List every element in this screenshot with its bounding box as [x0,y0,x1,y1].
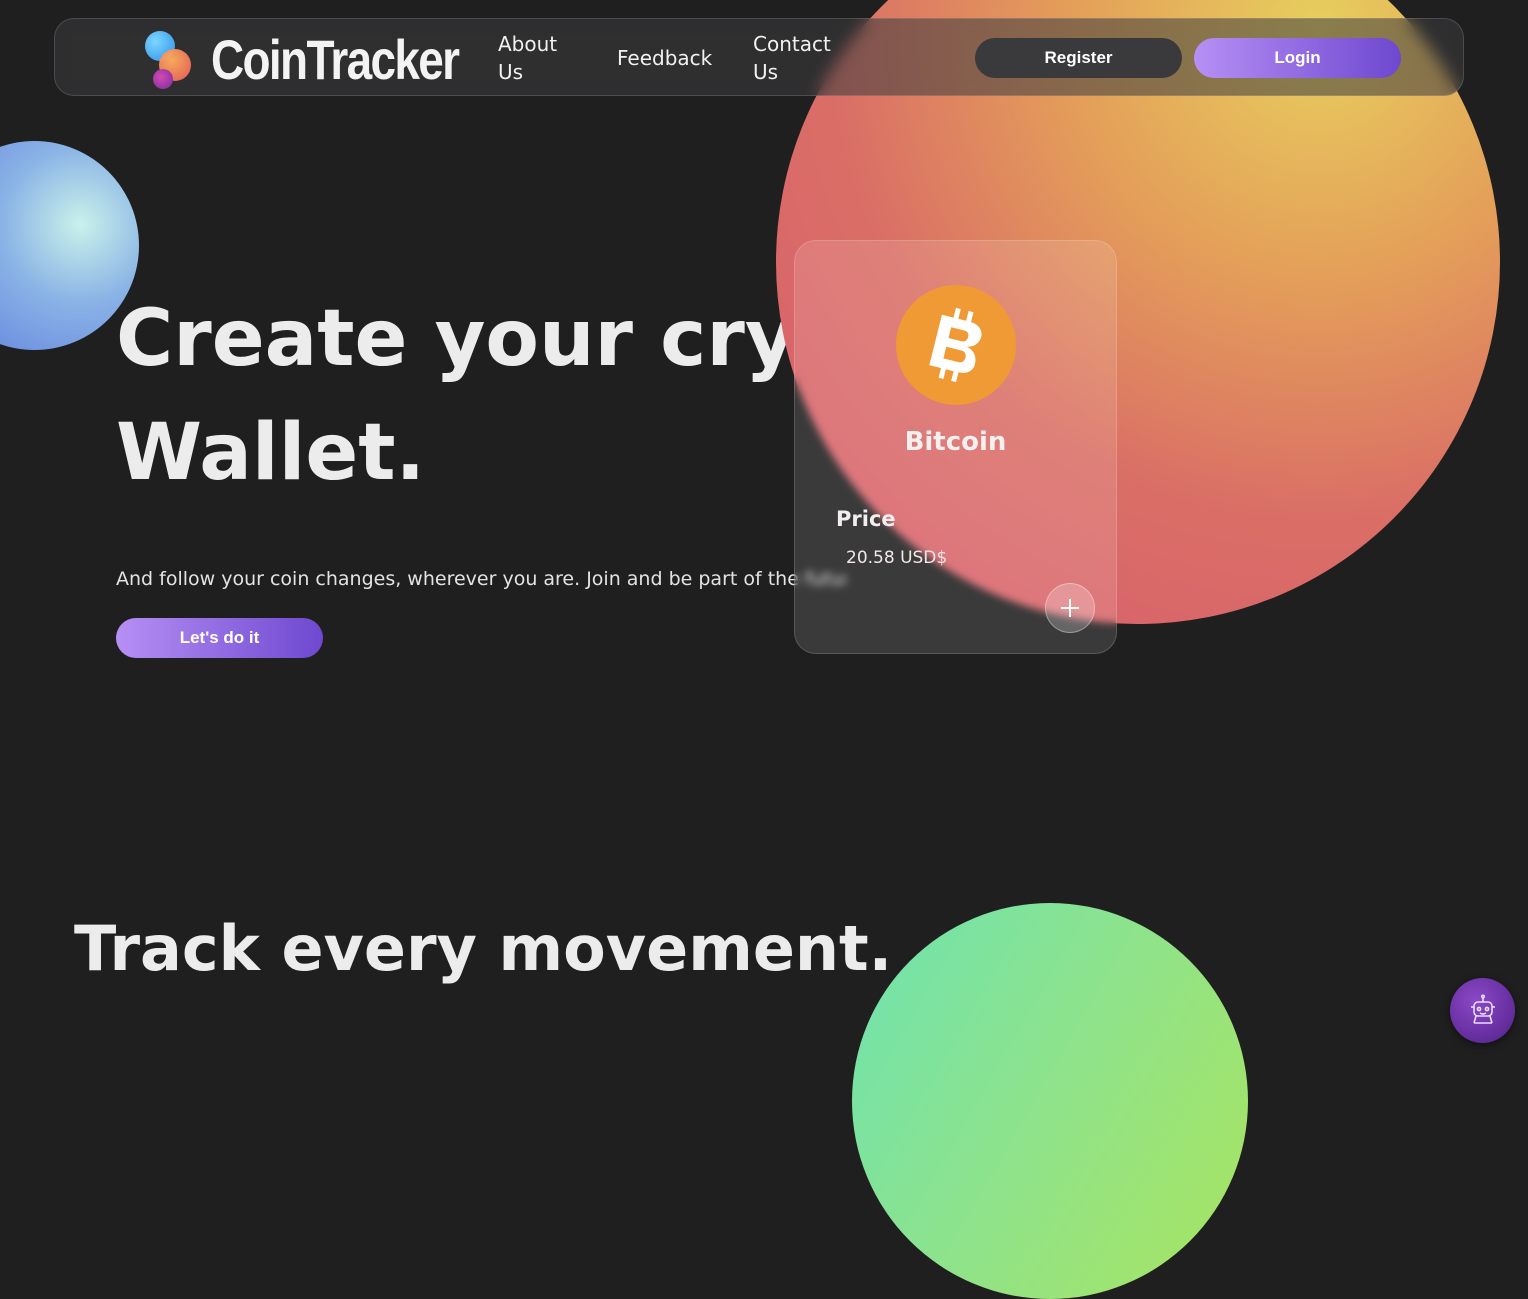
coin-name: Bitcoin [904,427,1007,457]
decor-green-circle [852,903,1248,1299]
register-button[interactable]: Register [975,38,1182,78]
bitcoin-icon [896,285,1016,405]
brand-name[interactable]: CoinTracker [211,27,460,92]
robot-icon [1470,993,1495,1024]
coin-card: Bitcoin Price 20.58 USD$ [794,240,1117,654]
login-button[interactable]: Login [1194,38,1401,78]
nav-about-us[interactable]: About Us [498,30,578,86]
nav-contact-us[interactable]: Contact Us [753,30,843,86]
logo-icon [143,29,195,91]
add-coin-button[interactable] [1045,583,1095,633]
plus-icon [1061,599,1079,617]
hero-title-line2: Wallet. [116,408,426,498]
nav-feedback[interactable]: Feedback [617,44,712,72]
assistant-button[interactable] [1450,978,1515,1043]
hero-subtitle: And follow your coin changes, wherever y… [116,568,846,590]
price-label: Price [836,507,896,531]
cta-button[interactable]: Let's do it [116,618,323,658]
price-value: 20.58 USD$ [846,548,948,568]
section-title: Track every movement. [74,912,893,985]
navbar: CoinTracker About Us Feedback Contact Us… [54,18,1464,96]
